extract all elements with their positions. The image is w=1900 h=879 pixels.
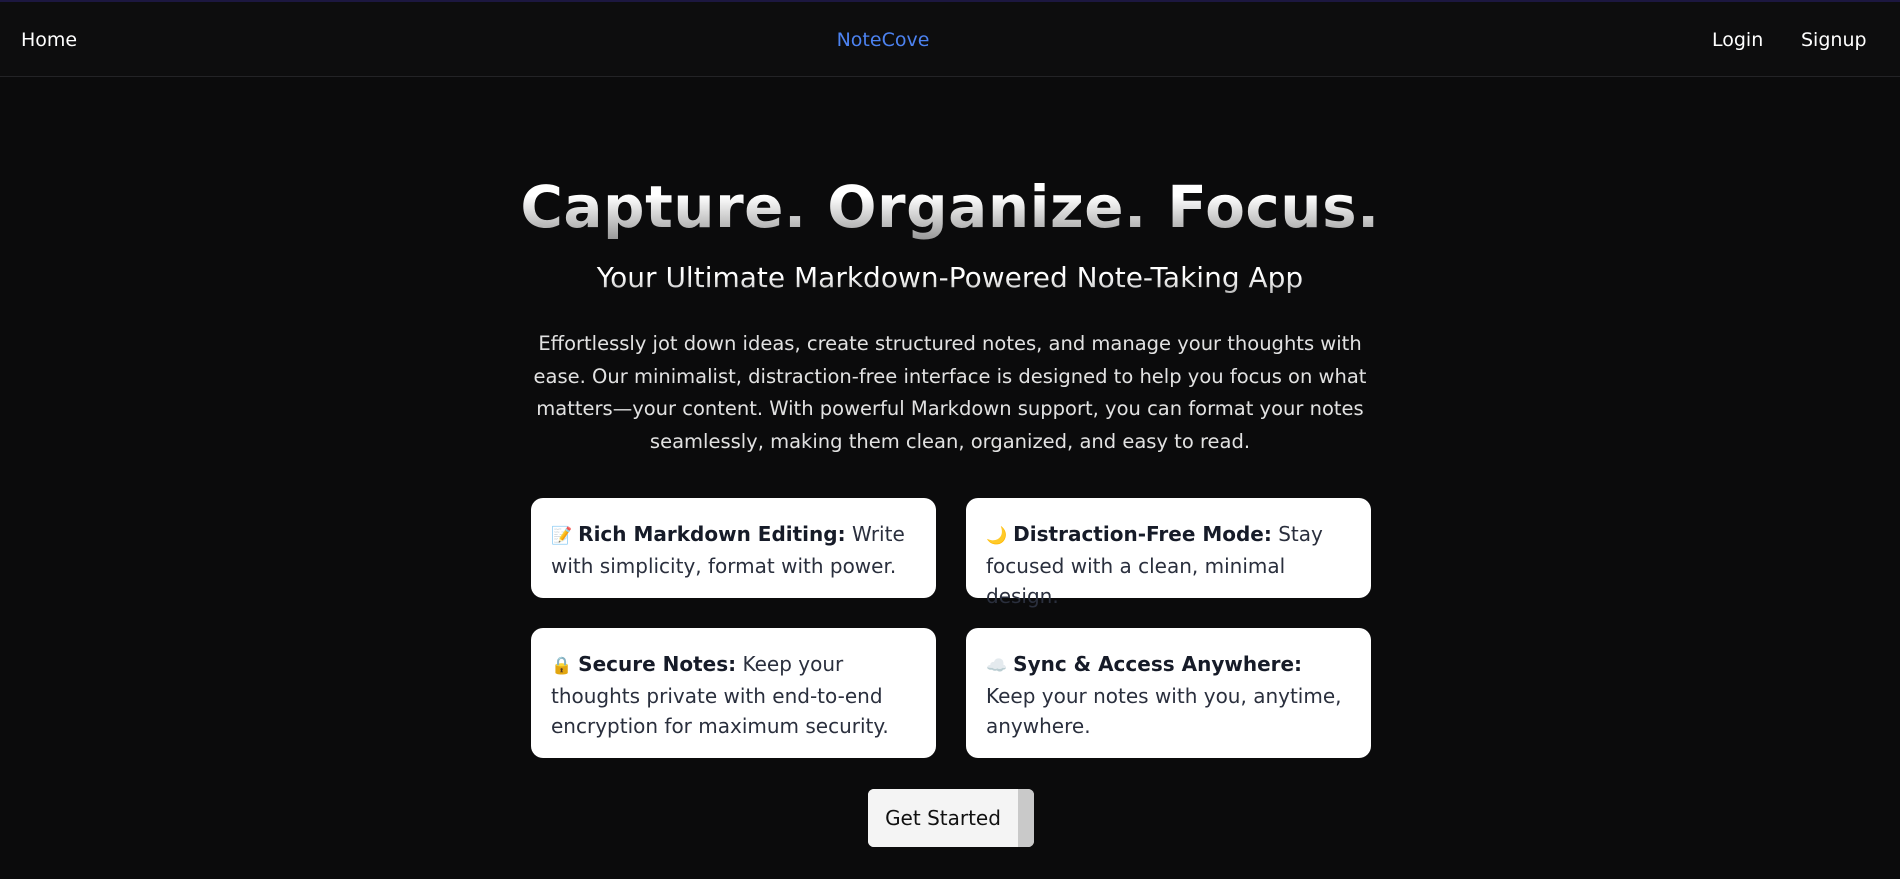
hero-subtitle: Your Ultimate Markdown-Powered Note-Taki… xyxy=(0,258,1900,298)
feature-card-markdown: 📝 Rich Markdown Editing: Write with simpl… xyxy=(531,498,936,598)
feature-text: Keep your notes with you, anytime, anywh… xyxy=(986,684,1342,738)
moon-icon: 🌙 xyxy=(986,526,1008,546)
hero-description: Effortlessly jot down ideas, create stru… xyxy=(533,332,1367,453)
feature-card-distraction-free: 🌙 Distraction-Free Mode: Stay focused wit… xyxy=(966,498,1371,608)
cloud-icon: ☁️ xyxy=(986,656,1008,676)
memo-icon: 📝 xyxy=(551,526,573,546)
lock-icon: 🔒 xyxy=(551,656,573,676)
navbar: Home NoteCove Login Signup xyxy=(0,2,1900,77)
feature-title: Distraction-Free Mode: xyxy=(1013,522,1272,546)
get-started-button[interactable]: Get Started xyxy=(868,789,1018,847)
button-scroll-edge xyxy=(1018,789,1034,847)
hero-title: Capture. Organize. Focus. xyxy=(0,170,1900,244)
nav-login-link[interactable]: Login xyxy=(1712,29,1763,51)
get-started-button-wrap[interactable]: Get Started xyxy=(868,789,1034,847)
feature-title: Secure Notes: xyxy=(578,652,737,676)
feature-title: Rich Markdown Editing: xyxy=(578,522,846,546)
feature-title: Sync & Access Anywhere: xyxy=(1013,652,1303,676)
nav-signup-link[interactable]: Signup xyxy=(1801,29,1867,51)
feature-card-sync: ☁️ Sync & Access Anywhere: Keep your note… xyxy=(966,628,1371,758)
feature-card-secure-notes: 🔒 Secure Notes: Keep your thoughts privat… xyxy=(531,628,936,758)
brand-logo-text[interactable]: NoteCove xyxy=(0,29,1766,51)
